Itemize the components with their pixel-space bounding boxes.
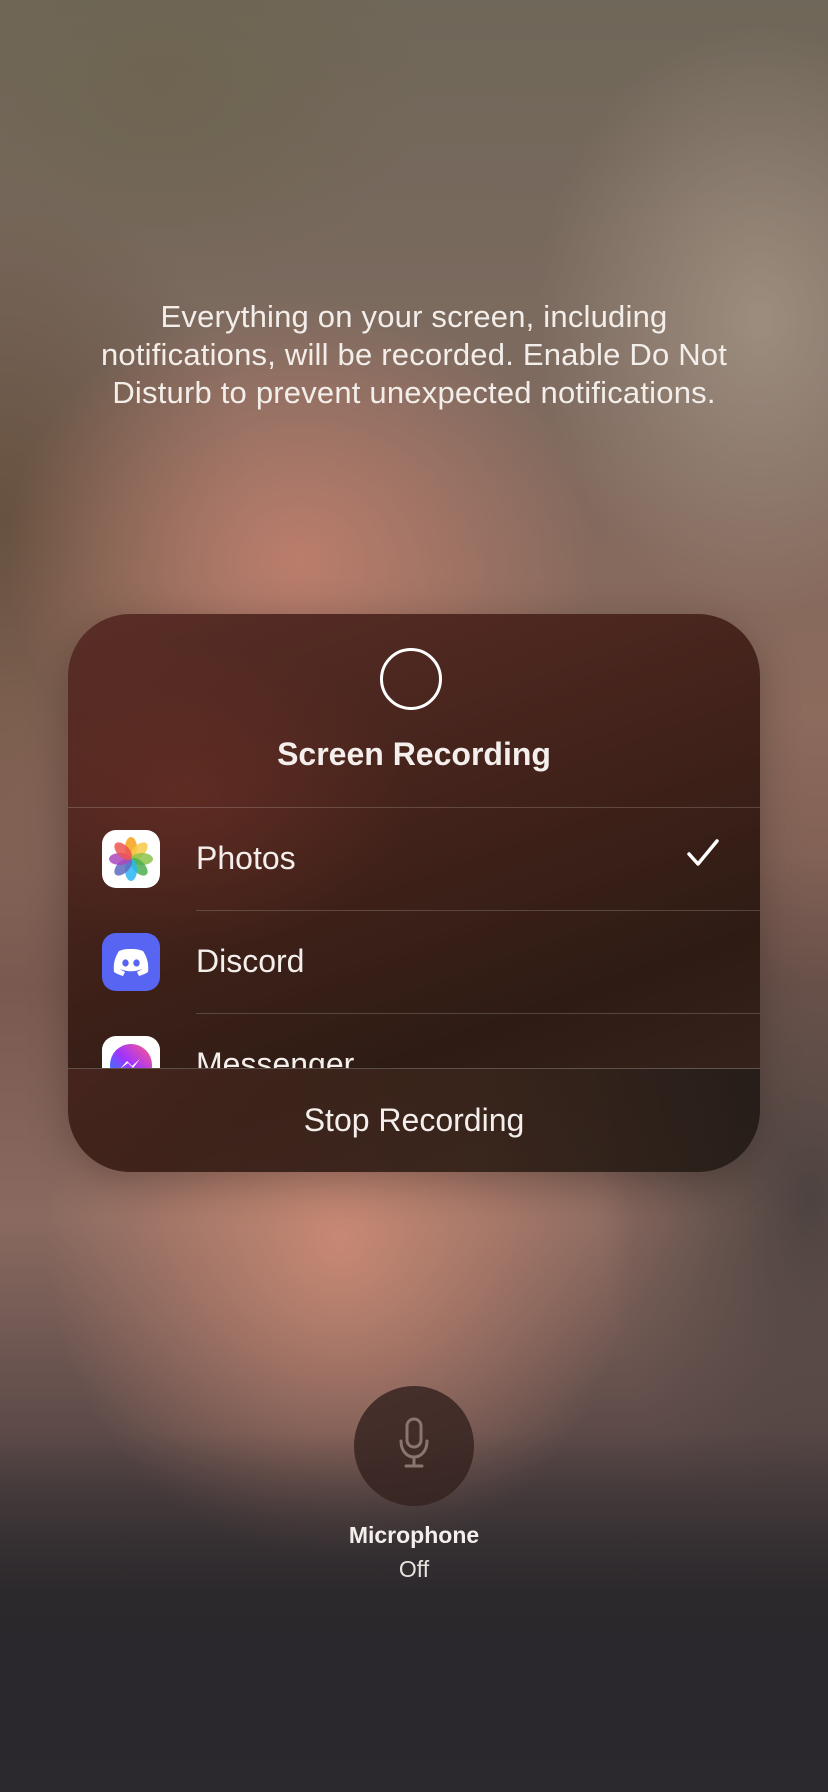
list-item-discord[interactable]: Discord	[68, 911, 760, 1014]
stop-recording-button[interactable]: Stop Recording	[68, 1069, 760, 1172]
recording-warning-text: Everything on your screen, including not…	[100, 299, 728, 410]
panel-title: Screen Recording	[277, 736, 551, 772]
screen-recording-panel: Screen Recording Photos Discord Messenge…	[68, 614, 760, 1172]
photos-icon	[102, 830, 160, 888]
list-item-label: Discord	[196, 943, 305, 979]
record-circle-icon	[380, 648, 442, 710]
microphone-icon	[396, 1417, 432, 1476]
discord-icon	[102, 933, 160, 991]
microphone-toggle[interactable]	[354, 1386, 474, 1506]
list-item-messenger[interactable]: Messenger	[68, 1014, 760, 1068]
messenger-icon	[102, 1036, 160, 1068]
list-item-label: Messenger	[196, 1046, 355, 1068]
checkmark-icon	[686, 838, 720, 873]
list-item-photos[interactable]: Photos	[68, 808, 760, 911]
microphone-status: Off	[398, 1556, 430, 1582]
broadcast-app-list[interactable]: Photos Discord Messenger	[68, 808, 760, 1068]
panel-footer: Stop Recording	[68, 1069, 760, 1172]
list-item-label: Photos	[196, 840, 296, 876]
microphone-label: Microphone	[348, 1522, 480, 1548]
